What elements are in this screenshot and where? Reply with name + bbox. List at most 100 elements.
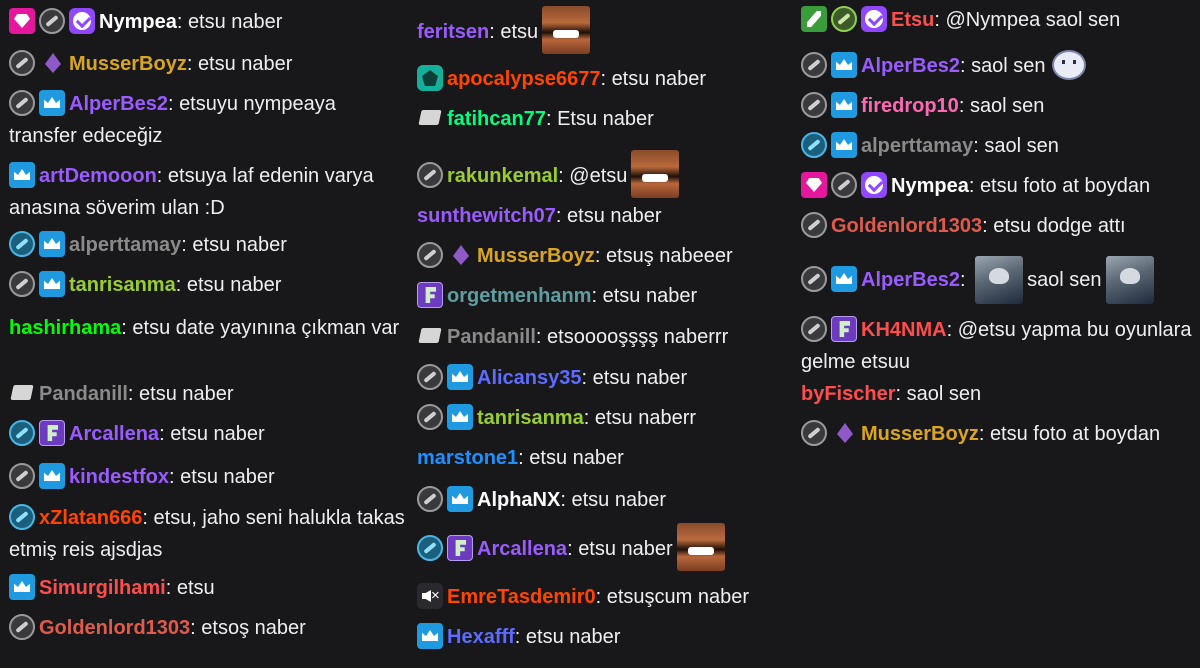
crown-icon[interactable] — [39, 463, 65, 489]
gear-badge-icon[interactable] — [801, 52, 827, 78]
any-key-icon[interactable] — [417, 105, 443, 131]
crown-icon[interactable] — [39, 90, 65, 116]
chat-username[interactable]: tanrisanma — [477, 407, 584, 429]
chat-username[interactable]: Pandanill — [447, 326, 536, 348]
blue-gear-badge-icon[interactable] — [801, 132, 827, 158]
cat-photo-emote[interactable] — [1105, 256, 1154, 304]
wizard-icon[interactable] — [447, 535, 473, 561]
prime-gaming-icon[interactable] — [801, 172, 827, 198]
verified-icon[interactable] — [861, 6, 887, 32]
any-key-icon[interactable] — [9, 380, 35, 406]
blue-gear-badge-icon[interactable] — [417, 535, 443, 561]
gear-badge-icon[interactable] — [801, 316, 827, 342]
crown-icon[interactable] — [831, 52, 857, 78]
crown-icon[interactable] — [9, 162, 35, 188]
crown-icon[interactable] — [9, 574, 35, 600]
chat-username[interactable]: MusserBoyz — [69, 53, 187, 75]
chat-username[interactable]: Nympea — [891, 175, 969, 197]
prime-gaming-icon[interactable] — [9, 8, 35, 34]
verified-icon[interactable] — [861, 172, 887, 198]
blue-gear-badge-icon[interactable] — [9, 504, 35, 530]
gear-badge-icon[interactable] — [831, 172, 857, 198]
gear-badge-icon[interactable] — [801, 92, 827, 118]
gear-badge-icon[interactable] — [417, 364, 443, 390]
blue-gear-badge-icon[interactable] — [9, 420, 35, 446]
gift-box-icon[interactable] — [417, 65, 443, 91]
chat-username[interactable]: Simurgilhami — [39, 577, 166, 599]
gear-badge-icon[interactable] — [417, 162, 443, 188]
crown-icon[interactable] — [447, 364, 473, 390]
crown-icon[interactable] — [831, 92, 857, 118]
crown-icon[interactable] — [831, 132, 857, 158]
purple-gem-icon[interactable] — [39, 50, 65, 76]
purple-gem-icon[interactable] — [831, 420, 857, 446]
crown-icon[interactable] — [831, 266, 857, 292]
chat-username[interactable]: KH4NMA — [861, 319, 947, 341]
verified-icon[interactable] — [69, 8, 95, 34]
chat-username[interactable]: MusserBoyz — [477, 245, 595, 267]
gear-badge-icon[interactable] — [801, 266, 827, 292]
gear-badge-icon[interactable] — [9, 271, 35, 297]
cat-photo-emote[interactable] — [975, 256, 1024, 304]
crown-icon[interactable] — [447, 404, 473, 430]
laughing-face-emote[interactable] — [631, 150, 680, 198]
chat-username[interactable]: alperttamay — [861, 135, 973, 157]
chat-username[interactable]: sunthewitch07 — [417, 205, 556, 227]
gear-badge-icon[interactable] — [39, 8, 65, 34]
chat-username[interactable]: Nympea — [99, 11, 177, 33]
chat-username[interactable]: AlperBes2 — [69, 93, 168, 115]
chat-username[interactable]: apocalypse6677 — [447, 68, 600, 90]
chat-username[interactable]: Pandanill — [39, 383, 128, 405]
sword-icon[interactable] — [801, 6, 827, 32]
chat-username[interactable]: artDemooon — [39, 165, 157, 187]
wizard-icon[interactable] — [831, 316, 857, 342]
wizard-icon[interactable] — [39, 420, 65, 446]
gear-badge-icon[interactable] — [9, 614, 35, 640]
purple-gem-icon[interactable] — [447, 242, 473, 268]
chat-username[interactable]: tanrisanma — [69, 274, 176, 296]
chat-username[interactable]: Goldenlord1303 — [831, 215, 982, 237]
chat-username[interactable]: alperttamay — [69, 234, 181, 256]
chat-username[interactable]: Alicansy35 — [477, 367, 582, 389]
chat-username[interactable]: Arcallena — [477, 538, 567, 560]
chat-username[interactable]: Goldenlord1303 — [39, 617, 190, 639]
crown-icon[interactable] — [39, 271, 65, 297]
chat-username[interactable]: EmreTasdemir0 — [447, 586, 596, 608]
gear-badge-icon[interactable] — [9, 50, 35, 76]
gear-badge-icon[interactable] — [801, 212, 827, 238]
chat-username[interactable]: rakunkemal — [447, 165, 558, 187]
crown-icon[interactable] — [417, 623, 443, 649]
green-gear-badge-icon[interactable] — [831, 6, 857, 32]
chat-username[interactable]: Hexafff — [447, 626, 515, 648]
chat-username[interactable]: AlperBes2 — [861, 269, 960, 291]
laughing-face-emote[interactable] — [542, 6, 591, 54]
any-key-icon[interactable] — [417, 323, 443, 349]
chat-username[interactable]: Arcallena — [69, 423, 159, 445]
chat-username[interactable]: feritsen — [417, 21, 489, 43]
chat-username[interactable]: firedrop10 — [861, 95, 959, 117]
muted-speaker-icon[interactable] — [417, 580, 443, 612]
chat-username[interactable]: xZlatan666 — [39, 507, 142, 529]
chat-username[interactable]: byFischer — [801, 383, 895, 405]
crown-icon[interactable] — [447, 486, 473, 512]
chat-username[interactable]: kindestfox — [69, 466, 169, 488]
gear-badge-icon[interactable] — [801, 420, 827, 446]
chat-username[interactable]: hashirhama — [9, 317, 121, 339]
blue-gear-badge-icon[interactable] — [9, 231, 35, 257]
smiling-mask-emote[interactable] — [1053, 52, 1084, 78]
crown-icon[interactable] — [39, 231, 65, 257]
chat-username[interactable]: AlphaNX — [477, 489, 560, 511]
chat-username[interactable]: AlperBes2 — [861, 55, 960, 77]
gear-badge-icon[interactable] — [417, 404, 443, 430]
gear-badge-icon[interactable] — [9, 90, 35, 116]
wizard-icon[interactable] — [417, 282, 443, 308]
gear-badge-icon[interactable] — [417, 486, 443, 512]
chat-username[interactable]: MusserBoyz — [861, 423, 979, 445]
chat-username[interactable]: marstone1 — [417, 447, 518, 469]
chat-username[interactable]: orgetmenhanm — [447, 285, 591, 307]
gear-badge-icon[interactable] — [9, 463, 35, 489]
gear-badge-icon[interactable] — [417, 242, 443, 268]
laughing-face-emote[interactable] — [676, 523, 725, 571]
chat-username[interactable]: fatihcan77 — [447, 108, 546, 130]
chat-username[interactable]: Etsu — [891, 9, 934, 31]
